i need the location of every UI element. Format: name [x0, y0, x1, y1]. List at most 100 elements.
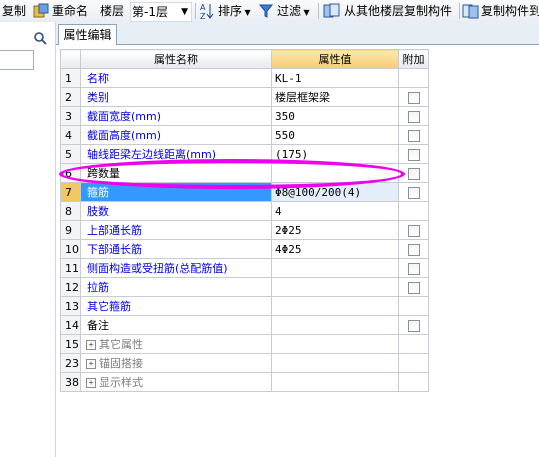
extra-cell	[398, 68, 429, 88]
property-value-cell[interactable]: KL-1	[271, 68, 399, 88]
filter-label: 过滤	[277, 4, 302, 18]
component-list-panel	[0, 22, 56, 457]
tab-property-edit[interactable]: 属性编辑	[58, 24, 117, 45]
extra-cell	[398, 220, 429, 240]
separator	[318, 3, 319, 19]
property-value-cell[interactable]: 4	[271, 201, 399, 221]
table-row[interactable]: 7 箍筋 Φ8@100/200(4)	[60, 182, 429, 202]
property-name-cell: 箍筋	[80, 182, 272, 202]
expand-icon[interactable]: +	[86, 359, 96, 369]
table-row[interactable]: 14 备注	[60, 315, 429, 335]
property-value-cell[interactable]: 楼层框架梁	[271, 87, 399, 107]
table-row[interactable]: 15 + 其它属性	[60, 334, 429, 354]
copy-to-button[interactable]: 复制构件到	[481, 0, 539, 22]
row-number: 9	[60, 220, 81, 240]
property-value-cell[interactable]: 550	[271, 125, 399, 145]
table-row[interactable]: 38 + 显示样式	[60, 372, 429, 392]
group-label: 锚固搭接	[99, 357, 143, 370]
row-number: 10	[60, 239, 81, 259]
property-value-cell[interactable]: 350	[271, 106, 399, 126]
filter-button[interactable]: 过滤 ▼	[277, 0, 310, 22]
table-row[interactable]: 9 上部通长筋 2Φ25	[60, 220, 429, 240]
separator	[459, 3, 460, 19]
property-value-cell[interactable]	[271, 315, 399, 335]
extra-cell	[398, 106, 429, 126]
extra-checkbox[interactable]	[407, 319, 420, 332]
extra-cell	[398, 372, 429, 392]
rename-button[interactable]: 重命名	[52, 0, 88, 22]
extra-checkbox[interactable]	[407, 129, 420, 142]
copy-button[interactable]: 复制	[2, 0, 26, 22]
search-icon[interactable]	[33, 31, 47, 48]
copy-from-floor-button[interactable]: 从其他楼层复制构件	[344, 0, 452, 22]
property-name-cell[interactable]: + 显示样式	[80, 372, 272, 392]
row-number: 3	[60, 106, 81, 126]
property-value-cell[interactable]: 2Φ25	[271, 220, 399, 240]
property-name-cell[interactable]: + 其它属性	[80, 334, 272, 354]
extra-cell	[398, 258, 429, 278]
chevron-down-icon: ▼	[181, 7, 188, 17]
extra-cell	[398, 87, 429, 107]
table-row[interactable]: 4 截面高度(mm) 550	[60, 125, 429, 145]
chevron-down-icon: ▼	[301, 8, 310, 17]
property-value-cell[interactable]	[271, 258, 399, 278]
extra-checkbox[interactable]	[407, 243, 420, 256]
property-value-cell[interactable]: Φ8@100/200(4)	[271, 182, 399, 202]
table-row[interactable]: 5 轴线距梁左边线距离(mm) (175)	[60, 144, 429, 164]
table-row[interactable]: 23 + 锚固搭接	[60, 353, 429, 373]
property-value-cell[interactable]	[271, 296, 399, 316]
sort-label: 排序	[218, 4, 243, 18]
chevron-down-icon: ▼	[242, 8, 251, 17]
property-value-cell[interactable]: 4Φ25	[271, 239, 399, 259]
property-name-cell: 上部通长筋	[80, 220, 272, 240]
property-value-cell[interactable]	[271, 277, 399, 297]
table-row[interactable]: 6 跨数量	[60, 163, 429, 183]
extra-cell	[398, 296, 429, 316]
extra-cell	[398, 334, 429, 354]
property-name-cell: 侧面构造或受扭筋(总配筋值)	[80, 258, 272, 278]
search-input[interactable]	[0, 50, 34, 70]
extra-checkbox[interactable]	[407, 148, 420, 161]
extra-cell	[398, 163, 429, 183]
table-row[interactable]: 3 截面宽度(mm) 350	[60, 106, 429, 126]
property-grid: 属性名称 属性值 附加 1 名称 KL-1 2 类别 楼层框架梁 3 截面宽度(mm) 350 4…	[60, 49, 429, 392]
table-row[interactable]: 10 下部通长筋 4Φ25	[60, 239, 429, 259]
extra-checkbox[interactable]	[407, 91, 420, 104]
header-property-value: 属性值	[271, 49, 399, 69]
toolbar: 复制 重命名 楼层 第-1层 ▼ AZ 排序 ▼ 过滤 ▼ 从其他楼层复制构件 …	[0, 0, 539, 23]
floor-select-value: 第-1层	[132, 5, 168, 19]
separator	[195, 3, 196, 19]
extra-checkbox[interactable]	[407, 167, 420, 180]
property-name-cell[interactable]: + 锚固搭接	[80, 353, 272, 373]
extra-cell	[398, 277, 429, 297]
table-row[interactable]: 1 名称 KL-1	[60, 68, 429, 88]
table-row[interactable]: 8 肢数 4	[60, 201, 429, 221]
table-row[interactable]: 2 类别 楼层框架梁	[60, 87, 429, 107]
property-grid-area: 属性名称 属性值 附加 1 名称 KL-1 2 类别 楼层框架梁 3 截面宽度(mm) 350 4…	[56, 45, 539, 457]
expand-icon[interactable]: +	[86, 378, 96, 388]
floor-select[interactable]: 第-1层 ▼	[130, 2, 192, 22]
table-row[interactable]: 13 其它箍筋	[60, 296, 429, 316]
property-name-cell: 跨数量	[80, 163, 272, 183]
tab-strip: 属性编辑	[56, 22, 539, 45]
property-value-cell	[271, 334, 399, 354]
extra-checkbox[interactable]	[407, 224, 420, 237]
row-number: 2	[60, 87, 81, 107]
extra-checkbox[interactable]	[407, 186, 420, 199]
extra-checkbox[interactable]	[407, 110, 420, 123]
row-number: 11	[60, 258, 81, 278]
row-number: 8	[60, 201, 81, 221]
property-value-cell[interactable]	[271, 163, 399, 183]
row-number: 15	[60, 334, 81, 354]
table-row[interactable]: 12 拉筋	[60, 277, 429, 297]
rename-icon	[33, 3, 49, 22]
property-name-cell: 肢数	[80, 201, 272, 221]
expand-icon[interactable]: +	[86, 340, 96, 350]
property-name-cell: 截面高度(mm)	[80, 125, 272, 145]
property-value-cell	[271, 372, 399, 392]
sort-button[interactable]: 排序 ▼	[218, 0, 251, 22]
table-row[interactable]: 11 侧面构造或受扭筋(总配筋值)	[60, 258, 429, 278]
property-value-cell[interactable]: (175)	[271, 144, 399, 164]
extra-checkbox[interactable]	[407, 281, 420, 294]
extra-checkbox[interactable]	[407, 262, 420, 275]
